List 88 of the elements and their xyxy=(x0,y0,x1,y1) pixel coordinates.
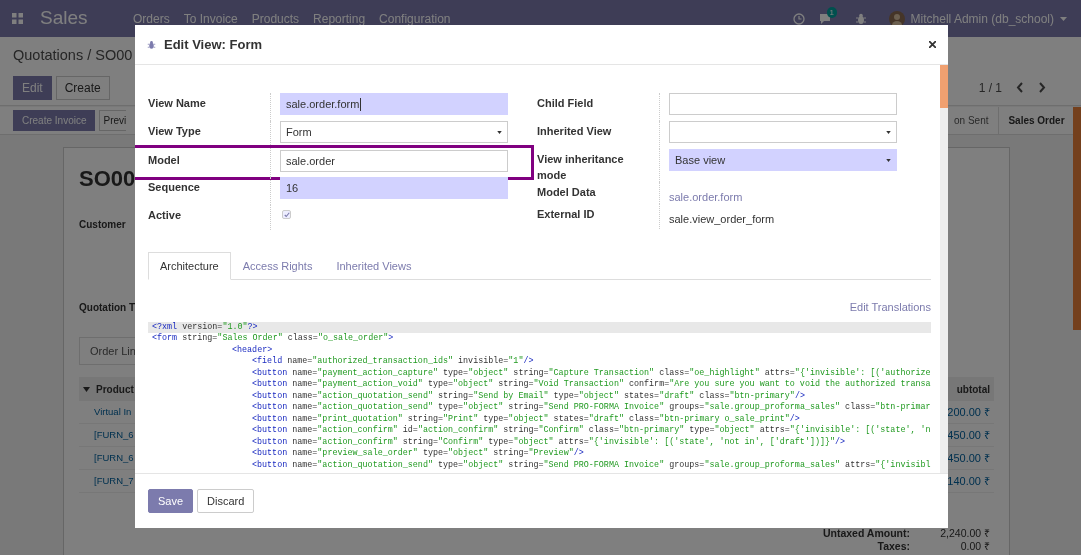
field-label: View Name xyxy=(148,93,271,121)
menu-item[interactable]: To Invoice xyxy=(183,9,238,28)
code-line: <button name="print_quotation" string="Print" type="object" states="draft" class="btn-primary o_sale_print"/> xyxy=(252,413,800,425)
code-line: <?xml version="1.0"?> xyxy=(152,321,258,333)
field-label: Quotation T xyxy=(79,301,136,315)
menu-item[interactable]: Reporting xyxy=(313,9,366,28)
code-line: <button name="payment_action_capture" type="object" string="Capture Transaction" class="oe_highlight" attrs="{'invisible': [('authorize xyxy=(252,367,931,379)
caret-icon xyxy=(886,158,891,162)
field-label: Child Field xyxy=(537,93,660,121)
edit-translations-link[interactable]: Edit Translations xyxy=(849,299,931,316)
clock-icon[interactable] xyxy=(792,12,805,25)
column-header: ubtotal xyxy=(956,382,990,397)
table-cell[interactable]: [FURN_6 xyxy=(94,450,134,466)
apps-menu-icon[interactable] xyxy=(12,13,23,24)
field-label: View Type xyxy=(148,121,271,149)
column-header: Product xyxy=(96,382,134,397)
tab[interactable]: Access Rights xyxy=(230,252,325,280)
user-name[interactable]: Mitchell Admin (db_school) xyxy=(910,9,1054,28)
checkbox[interactable] xyxy=(282,210,291,219)
code-line: <button name="payment_action_void" type="object" string="Void Transaction" confirm="Are you sure you want to void the authorized transa xyxy=(252,379,931,391)
bug-icon xyxy=(147,39,156,50)
dialog-title: Edit View: Form xyxy=(164,35,262,54)
dropdown-field[interactable]: Base view xyxy=(669,149,897,171)
status-stage[interactable]: on Sent xyxy=(946,107,998,134)
menu-item[interactable]: Configuration xyxy=(379,9,451,28)
pager-text: 1 / 1 xyxy=(978,79,1002,97)
code-line: <button name="action_confirm" string="Confirm" type="object" attrs="{'invisible': [('state', 'not in', ['draft'])]}"/> xyxy=(252,436,846,448)
notification-count: 1 xyxy=(826,6,838,18)
dropdown-field[interactable] xyxy=(669,121,897,143)
action-button[interactable]: Create xyxy=(55,75,110,100)
avatar-icon xyxy=(888,10,905,27)
menu-item[interactable]: Orders xyxy=(133,9,170,28)
table-cell[interactable]: Virtual In xyxy=(94,404,132,420)
code-line: <button name="preview_sale_order" type="object" string="Preview"/> xyxy=(252,448,584,460)
field-label: Active xyxy=(148,205,271,230)
table-cell-text: 200.00 ₹ xyxy=(947,404,990,420)
input-field[interactable] xyxy=(669,93,897,115)
field-label: Model Data xyxy=(537,182,660,204)
caret-icon[interactable] xyxy=(1060,16,1067,21)
dropdown-field[interactable]: Form xyxy=(280,121,508,143)
app-title: Sales xyxy=(40,6,89,31)
field-label: View inheritance mode xyxy=(537,149,660,182)
action-button[interactable]: Edit xyxy=(13,75,52,100)
field-label: Customer xyxy=(79,218,126,232)
field-label: External ID xyxy=(537,204,660,229)
total-value: 2,240.00 ₹ xyxy=(939,527,990,540)
tab[interactable]: Architecture xyxy=(148,252,231,280)
dialog-scrollbar-thumb[interactable] xyxy=(940,65,948,108)
code-line: <form string="Sales Order" class="o_sale_order"> xyxy=(152,333,394,345)
code-line: <button name="action_quotation_send" type="object" string="Send PRO-FORMA Invoice" groups="sale.group_proforma_sales" attrs="{'invisibl xyxy=(252,459,931,471)
collapse-icon[interactable] xyxy=(83,386,90,392)
action-button[interactable]: Previ xyxy=(99,110,127,131)
table-cell-text: 140.00 ₹ xyxy=(947,473,990,489)
code-line: <header> xyxy=(232,344,273,356)
action-button[interactable]: Create Invoice xyxy=(13,110,96,131)
dialog-button[interactable]: Save xyxy=(148,489,194,513)
code-line: <button name="action_quotation_send" string="Send by Email" type="object" states="draft" class="btn-primary"/> xyxy=(252,390,805,402)
close-icon[interactable] xyxy=(929,41,936,48)
total-label: Taxes: xyxy=(877,540,910,553)
total-label: Untaxed Amount: xyxy=(822,527,910,540)
record-title: SO00 xyxy=(79,165,136,193)
field-label: Sequence xyxy=(148,177,271,205)
record-link[interactable]: sale.order.form xyxy=(669,191,743,203)
table-cell-text: 450.00 ₹ xyxy=(947,450,990,466)
caret-icon xyxy=(886,130,891,134)
bug-icon[interactable] xyxy=(854,12,867,25)
previous-icon[interactable] xyxy=(1016,82,1024,94)
page-scrollbar-thumb[interactable] xyxy=(1073,107,1081,330)
input-field[interactable]: 16 xyxy=(280,177,508,199)
total-value: 0.00 ₹ xyxy=(959,540,990,553)
dialog-button[interactable]: Discard xyxy=(197,489,255,513)
field-label: Inherited View xyxy=(537,121,660,149)
next-icon[interactable] xyxy=(1038,82,1046,94)
input-field[interactable]: sale.order xyxy=(280,150,508,172)
table-cell[interactable]: [FURN_6 xyxy=(94,427,134,443)
tab[interactable]: Inherited Views xyxy=(324,252,424,280)
code-line: <button name="action_quotation_send" type="object" string="Send PRO-FORMA Invoice" groups="sale.group_proforma_sales" class="btn-primar xyxy=(252,402,931,414)
caret-icon xyxy=(497,130,502,134)
table-cell[interactable]: [FURN_7 xyxy=(94,473,134,489)
menu-item[interactable]: Products xyxy=(251,9,300,28)
field-value: sale.view_order_form xyxy=(669,213,775,225)
breadcrumb: Quotations / SO00 xyxy=(13,46,133,65)
table-cell-text: 450.00 ₹ xyxy=(947,427,990,443)
field-label: Model xyxy=(148,150,271,177)
code-line: <button name="action_confirm" id="action_confirm" string="Confirm" class="btn-primary" type="object" attrs="{'invisible': [('state', 'n xyxy=(252,425,931,437)
chat-icon[interactable] xyxy=(818,12,833,25)
input-field[interactable]: sale.order.form xyxy=(280,93,508,115)
code-line: <field name="authorized_transaction_ids" invisible="1"/> xyxy=(252,356,534,368)
